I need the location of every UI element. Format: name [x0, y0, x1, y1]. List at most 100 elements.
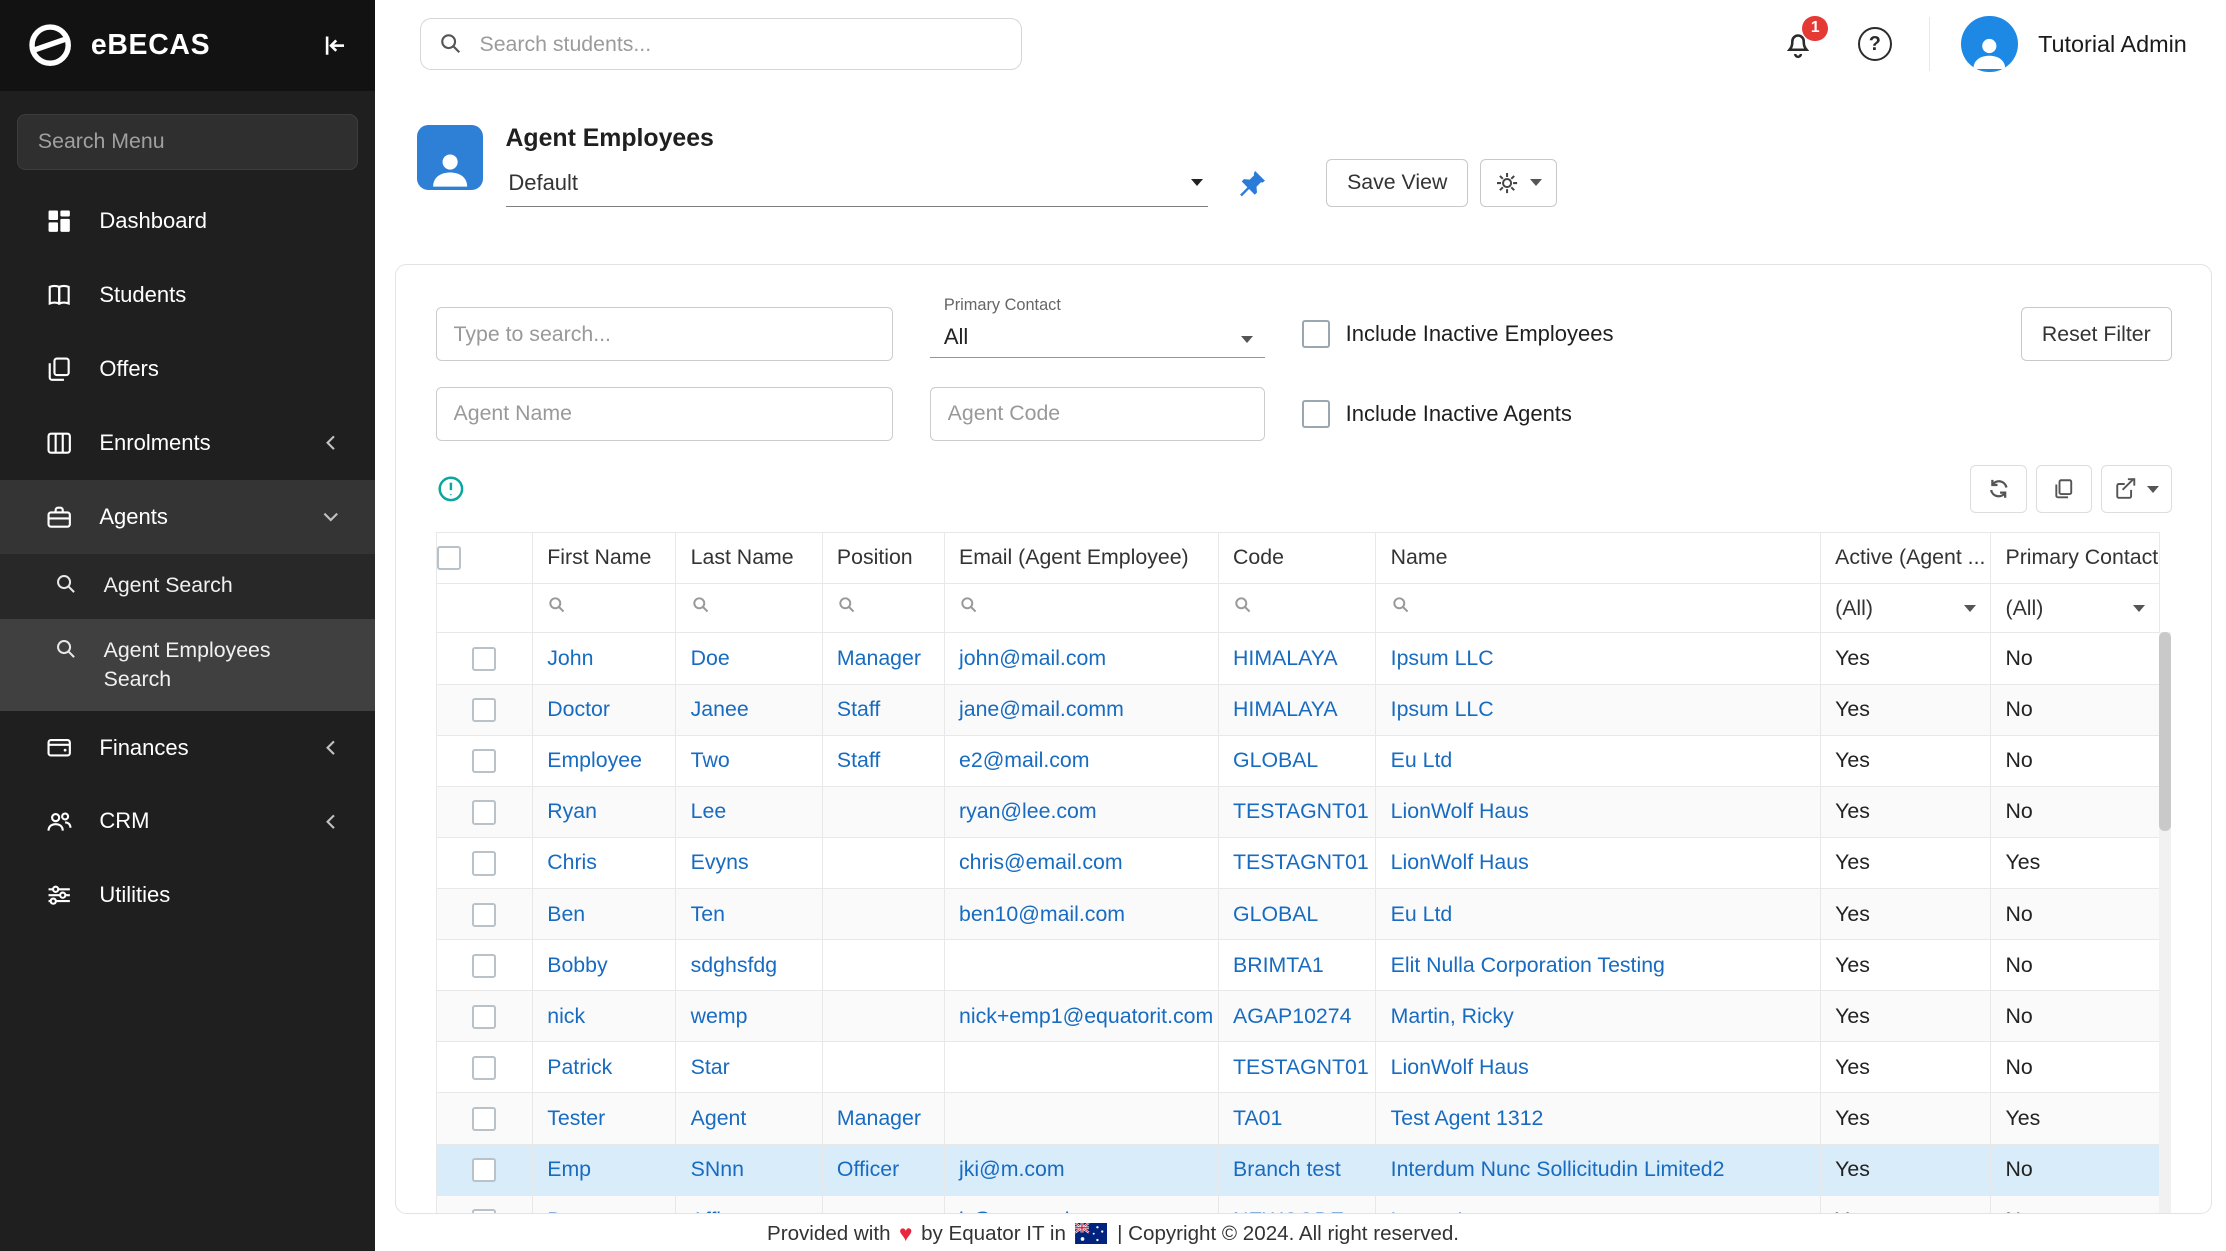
cell-link-first[interactable]: Bobby — [547, 953, 607, 977]
cell-link-last[interactable]: Affl — [691, 1208, 721, 1214]
filter-active[interactable]: (All) — [1820, 583, 1990, 633]
table-row[interactable]: EmpSNnnOfficerjki@m.comBranch testInterd… — [436, 1144, 2160, 1195]
cell-link-email[interactable]: nick+emp1@equatorit.com — [959, 1004, 1213, 1028]
cell-link-name[interactable]: Martin, Ricky — [1391, 1004, 1514, 1028]
filter-code[interactable] — [1218, 583, 1376, 633]
sidebar-item-offers[interactable]: Offers — [0, 332, 375, 406]
cell-link-first[interactable]: John — [547, 646, 593, 670]
table-row[interactable]: Bobby sdghsfdg BRIMTA1 Elit Nulla Corporati… — [436, 940, 2160, 991]
cell-link-email[interactable]: jki@m.com — [959, 1157, 1065, 1181]
cell-link-name[interactable]: LionWolf Haus — [1391, 1055, 1529, 1079]
sidebar-item-students[interactable]: Students — [0, 258, 375, 332]
column-header-last-name[interactable]: Last Name — [676, 532, 822, 583]
cell-link-name[interactable]: Eu Ltd — [1391, 902, 1453, 926]
cell-link-first[interactable]: nick — [547, 1004, 585, 1028]
filter-last-name[interactable] — [676, 583, 822, 633]
settings-dropdown-button[interactable] — [1480, 159, 1558, 207]
include-inactive-agents-checkbox[interactable] — [1302, 400, 1330, 428]
refresh-button[interactable] — [1970, 465, 2027, 513]
include-inactive-employees-checkbox[interactable] — [1302, 320, 1330, 348]
cell-link-code[interactable]: NEWCODE — [1233, 1208, 1344, 1214]
select-all-checkbox[interactable] — [437, 546, 461, 570]
row-checkbox[interactable] — [472, 1209, 496, 1213]
column-header-name[interactable]: Name — [1376, 532, 1820, 583]
cell-link-last[interactable]: Janee — [691, 697, 749, 721]
sidebar-item-agent-employees-search[interactable]: Agent Employees Search — [0, 619, 375, 711]
view-selector[interactable]: Default — [506, 164, 1209, 207]
cell-link-email[interactable]: b@equatorit.co — [959, 1208, 1104, 1214]
cell-link-code[interactable]: HIMALAYA — [1233, 646, 1338, 670]
cell-link-name[interactable]: LionWolf Haus — [1391, 850, 1529, 874]
cell-link-name[interactable]: Lorem Ipsum — [1391, 1208, 1515, 1214]
agent-name-input[interactable] — [436, 387, 893, 441]
cell-link-email[interactable]: jane@mail.comm — [959, 697, 1124, 721]
cell-link-name[interactable]: Ipsum LLC — [1391, 697, 1494, 721]
sidebar-item-enrolments[interactable]: Enrolments — [0, 406, 375, 480]
row-checkbox[interactable] — [472, 903, 496, 927]
save-view-button[interactable]: Save View — [1326, 159, 1468, 207]
cell-link-email[interactable]: e2@mail.com — [959, 748, 1090, 772]
sidebar-search-input[interactable] — [17, 114, 358, 171]
cell-link-last[interactable]: Lee — [691, 799, 727, 823]
cell-link-last[interactable]: Star — [691, 1055, 730, 1079]
filter-position[interactable] — [822, 583, 944, 633]
info-icon[interactable] — [436, 474, 466, 504]
cell-link-position[interactable]: Staff — [837, 697, 880, 721]
cell-link-email[interactable]: ryan@lee.com — [959, 799, 1097, 823]
cell-link-code[interactable]: AGAP10274 — [1233, 1004, 1351, 1028]
cell-link-first[interactable]: Tester — [547, 1106, 605, 1130]
sidebar-item-finances[interactable]: Finances — [0, 711, 375, 785]
row-checkbox[interactable] — [472, 698, 496, 722]
cell-link-first[interactable]: Doctor — [547, 697, 610, 721]
cell-link-code[interactable]: HIMALAYA — [1233, 697, 1338, 721]
cell-link-code[interactable]: TESTAGNT01 — [1233, 850, 1369, 874]
cell-link-first[interactable]: Ryan — [547, 799, 597, 823]
row-checkbox[interactable] — [472, 800, 496, 824]
cell-link-name[interactable]: Test Agent 1312 — [1391, 1106, 1544, 1130]
cell-link-last[interactable]: wemp — [691, 1004, 748, 1028]
agent-code-input[interactable] — [930, 387, 1265, 441]
row-checkbox[interactable] — [472, 749, 496, 773]
column-header-active[interactable]: Active (Agent ... — [1820, 532, 1990, 583]
cell-link-code[interactable]: TA01 — [1233, 1106, 1282, 1130]
cell-link-last[interactable]: Doe — [691, 646, 730, 670]
sidebar-item-utilities[interactable]: Utilities — [0, 858, 375, 932]
table-row[interactable]: Ryan Lee ryan@lee.com TESTAGNT01 LionWolf Ha… — [436, 786, 2160, 837]
cell-link-name[interactable]: LionWolf Haus — [1391, 799, 1529, 823]
table-row[interactable]: BenTenben10@mail.comGLOBALEu LtdYesNo — [436, 888, 2160, 939]
cell-link-code[interactable]: BRIMTA1 — [1233, 953, 1324, 977]
cell-link-first[interactable]: Ben — [547, 1208, 585, 1214]
table-row[interactable]: EmployeeTwoStaffe2@mail.comGLOBALEu LtdY… — [436, 735, 2160, 786]
avatar[interactable] — [1961, 16, 2018, 73]
table-row[interactable]: Chris Evyns chris@email.com TESTAGNT01 LionW… — [436, 837, 2160, 888]
cell-link-name[interactable]: Elit Nulla Corporation Testing — [1391, 953, 1665, 977]
cell-link-position[interactable]: Officer — [837, 1157, 899, 1181]
cell-link-last[interactable]: Two — [691, 748, 730, 772]
row-checkbox[interactable] — [472, 851, 496, 875]
cell-link-code[interactable]: GLOBAL — [1233, 748, 1318, 772]
students-search-input[interactable] — [477, 30, 1005, 58]
column-header-primary-contact[interactable]: Primary Contact — [1991, 532, 2160, 583]
cell-link-last[interactable]: sdghsfdg — [691, 953, 777, 977]
column-header-first-name[interactable]: First Name — [533, 532, 676, 583]
cell-link-position[interactable]: Manager — [837, 1106, 921, 1130]
primary-contact-select[interactable]: Primary Contact All — [930, 296, 1265, 358]
vertical-scrollbar[interactable] — [2159, 632, 2170, 1213]
row-checkbox[interactable] — [472, 1005, 496, 1029]
cell-link-first[interactable]: Chris — [547, 850, 597, 874]
cell-link-name[interactable]: Ipsum LLC — [1391, 646, 1494, 670]
row-checkbox[interactable] — [472, 1158, 496, 1182]
cell-link-email[interactable]: chris@email.com — [959, 850, 1123, 874]
table-row[interactable]: BenAfflb@equatorit.coNEWCODELorem IpsumY… — [436, 1195, 2160, 1214]
sidebar-collapse-icon[interactable] — [318, 30, 349, 61]
help-icon[interactable]: ? — [1858, 27, 1892, 61]
export-button[interactable] — [2101, 465, 2172, 513]
filter-email[interactable] — [944, 583, 1218, 633]
cell-link-first[interactable]: Employee — [547, 748, 642, 772]
cell-link-last[interactable]: Agent — [691, 1106, 747, 1130]
column-header-email[interactable]: Email (Agent Employee) — [944, 532, 1218, 583]
cell-link-last[interactable]: Evyns — [691, 850, 749, 874]
table-row[interactable]: PatrickStarTESTAGNT01LionWolf HausYesNo — [436, 1042, 2160, 1093]
filter-first-name[interactable] — [533, 583, 676, 633]
cell-link-code[interactable]: TESTAGNT01 — [1233, 799, 1369, 823]
